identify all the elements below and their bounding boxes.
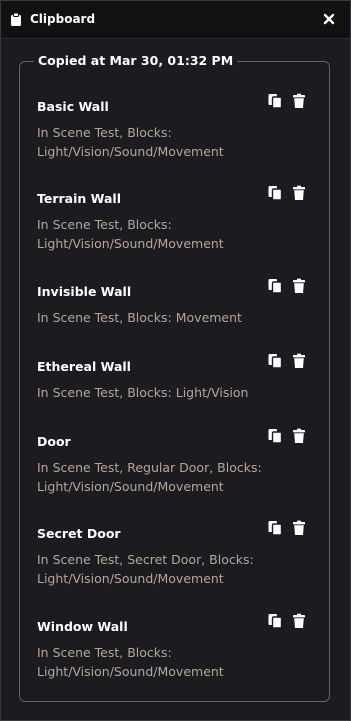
copy-button[interactable] <box>267 428 283 444</box>
trash-icon <box>293 278 305 293</box>
window-titlebar[interactable]: Clipboard <box>1 1 350 39</box>
copy-icon <box>268 186 283 201</box>
copy-button[interactable] <box>267 278 283 294</box>
item-description: In Scene Test, Blocks: Movement <box>37 310 242 325</box>
clipboard-window: Clipboard Copied at Mar 30, 01:32 PM Bas… <box>0 0 351 721</box>
item-title: Ethereal Wall <box>37 359 131 374</box>
item-description: In Scene Test, Blocks: Light/Vision <box>37 385 249 400</box>
close-button[interactable] <box>322 12 336 26</box>
item-title: Secret Door <box>37 526 121 541</box>
group-legend: Copied at Mar 30, 01:32 PM <box>38 53 234 68</box>
copy-button[interactable] <box>267 613 283 629</box>
copy-button[interactable] <box>267 520 283 536</box>
item-description: In Scene Test, Secret Door, Blocks: Ligh… <box>37 552 254 586</box>
item-title: Basic Wall <box>37 99 109 114</box>
trash-icon <box>293 93 305 108</box>
copy-icon <box>268 429 283 444</box>
trash-icon <box>293 428 305 443</box>
item-description: In Scene Test, Blocks: Light/Vision/Soun… <box>37 217 224 251</box>
delete-button[interactable] <box>291 278 307 294</box>
copy-icon <box>268 94 283 109</box>
item-description: In Scene Test, Blocks: Light/Vision/Soun… <box>37 645 224 679</box>
clipboard-icon <box>11 13 21 26</box>
delete-button[interactable] <box>291 353 307 369</box>
item-title: Terrain Wall <box>37 191 121 206</box>
delete-button[interactable] <box>291 185 307 201</box>
close-icon <box>323 13 335 25</box>
copy-button[interactable] <box>267 185 283 201</box>
item-title: Invisible Wall <box>37 284 132 299</box>
trash-icon <box>293 613 305 628</box>
item-title: Door <box>37 434 71 449</box>
item-title: Window Wall <box>37 619 128 634</box>
item-description: In Scene Test, Regular Door, Blocks: Lig… <box>37 460 262 494</box>
copy-icon <box>268 614 283 629</box>
delete-button[interactable] <box>291 428 307 444</box>
trash-icon <box>293 185 305 200</box>
trash-icon <box>293 520 305 535</box>
delete-button[interactable] <box>291 520 307 536</box>
delete-button[interactable] <box>291 613 307 629</box>
copy-icon <box>268 354 283 369</box>
item-description: In Scene Test, Blocks: Light/Vision/Soun… <box>37 125 224 159</box>
copy-icon <box>268 279 283 294</box>
copy-icon <box>268 521 283 536</box>
trash-icon <box>293 353 305 368</box>
window-title: Clipboard <box>30 12 96 26</box>
copy-button[interactable] <box>267 93 283 109</box>
delete-button[interactable] <box>291 93 307 109</box>
copy-button[interactable] <box>267 353 283 369</box>
